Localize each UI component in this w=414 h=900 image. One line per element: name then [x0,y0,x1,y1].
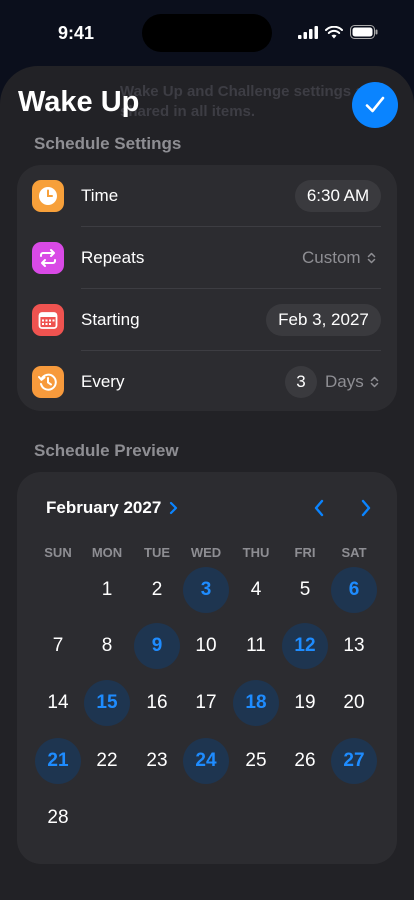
status-bar: 9:41 [0,0,414,62]
checkmark-icon [365,96,385,113]
weekday-label: SAT [341,545,367,560]
schedule-settings-card: Time 6:30 AM Repeats Custom Starting Feb… [17,165,397,411]
calendar-day[interactable]: 7 [35,623,81,669]
calendar-day[interactable]: 8 [84,623,130,669]
calendar-day-selected[interactable]: 24 [183,738,229,784]
weekday-label: SUN [44,545,72,560]
calendar-day[interactable]: 19 [282,680,328,726]
every-count-field[interactable]: 3 [285,366,317,398]
history-icon [32,366,64,398]
done-button[interactable] [352,82,398,128]
repeats-value: Custom [302,248,361,267]
every-row[interactable]: Every 3 Days [17,351,397,413]
calendar-day[interactable]: 2 [134,567,180,613]
calendar-day-selected[interactable]: 3 [183,567,229,613]
starting-label: Starting [81,310,140,329]
chevron-up-down-icon [370,376,378,388]
calendar-day[interactable]: 14 [35,680,81,726]
weekday-label: TUE [144,545,170,560]
calendar-day[interactable]: 13 [331,623,377,669]
chevron-right-icon [361,499,371,517]
status-time: 9:41 [58,23,95,43]
calendar-day[interactable]: 26 [282,738,328,784]
time-value-button[interactable]: 6:30 AM [295,180,381,212]
clock-icon [32,180,64,212]
repeats-picker[interactable]: Custom [302,248,376,268]
calendar-day[interactable]: 5 [282,567,328,613]
wifi-icon [325,25,343,38]
weekday-label: WED [190,545,222,560]
calendar-day-selected[interactable]: 12 [282,623,328,669]
chevron-up-down-icon [367,252,375,264]
schedule-settings-label: Schedule Settings [34,134,182,153]
weekday-label: MON [91,545,123,560]
previous-month-button[interactable] [307,496,331,520]
starting-date-button[interactable]: Feb 3, 2027 [266,304,381,336]
month-label: February 2027 [46,498,162,517]
starting-row[interactable]: Starting Feb 3, 2027 [17,289,397,351]
calendar-day[interactable]: 1 [84,567,130,613]
weekday-label: THU [242,545,270,560]
calendar-card: February 2027 SUN MON TUE WED THU FRI SAT 1234… [17,472,397,864]
every-label: Every [81,372,125,391]
calendar-day-selected[interactable]: 9 [134,623,180,669]
chevron-right-icon [170,501,178,515]
repeat-icon [32,242,64,274]
time-label: Time [81,186,119,205]
background-hint-text: Wake Up and Challenge settings are share… [120,83,378,120]
signal-icon [298,25,318,39]
calendar-day[interactable]: 10 [183,623,229,669]
calendar-day[interactable]: 20 [331,680,377,726]
calendar-day-selected[interactable]: 15 [84,680,130,726]
dynamic-island [142,14,272,52]
calendar-day[interactable]: 23 [134,738,180,784]
calendar-icon [32,304,64,336]
page-title: Wake Up [18,86,140,118]
time-row[interactable]: Time 6:30 AM [17,165,397,227]
calendar-day-selected[interactable]: 6 [331,567,377,613]
chevron-left-icon [314,499,324,517]
calendar-day-selected[interactable]: 21 [35,738,81,784]
repeats-row[interactable]: Repeats Custom [17,227,397,289]
every-unit-value: Days [325,372,364,391]
every-unit-picker[interactable]: Days [325,372,379,392]
calendar-day[interactable]: 28 [35,795,81,841]
calendar-day-selected[interactable]: 27 [331,738,377,784]
schedule-preview-label: Schedule Preview [34,441,179,460]
calendar-day[interactable]: 22 [84,738,130,784]
calendar-day[interactable]: 25 [233,738,279,784]
next-month-button[interactable] [354,496,378,520]
weekday-label: FRI [294,545,316,560]
battery-icon [350,25,378,39]
status-icons [298,25,378,39]
calendar-day-selected[interactable]: 18 [233,680,279,726]
month-picker-button[interactable]: February 2027 [46,498,178,518]
calendar-day[interactable]: 4 [233,567,279,613]
calendar-day[interactable]: 16 [134,680,180,726]
calendar-day[interactable]: 11 [233,623,279,669]
repeats-label: Repeats [81,248,145,267]
calendar-day[interactable]: 17 [183,680,229,726]
